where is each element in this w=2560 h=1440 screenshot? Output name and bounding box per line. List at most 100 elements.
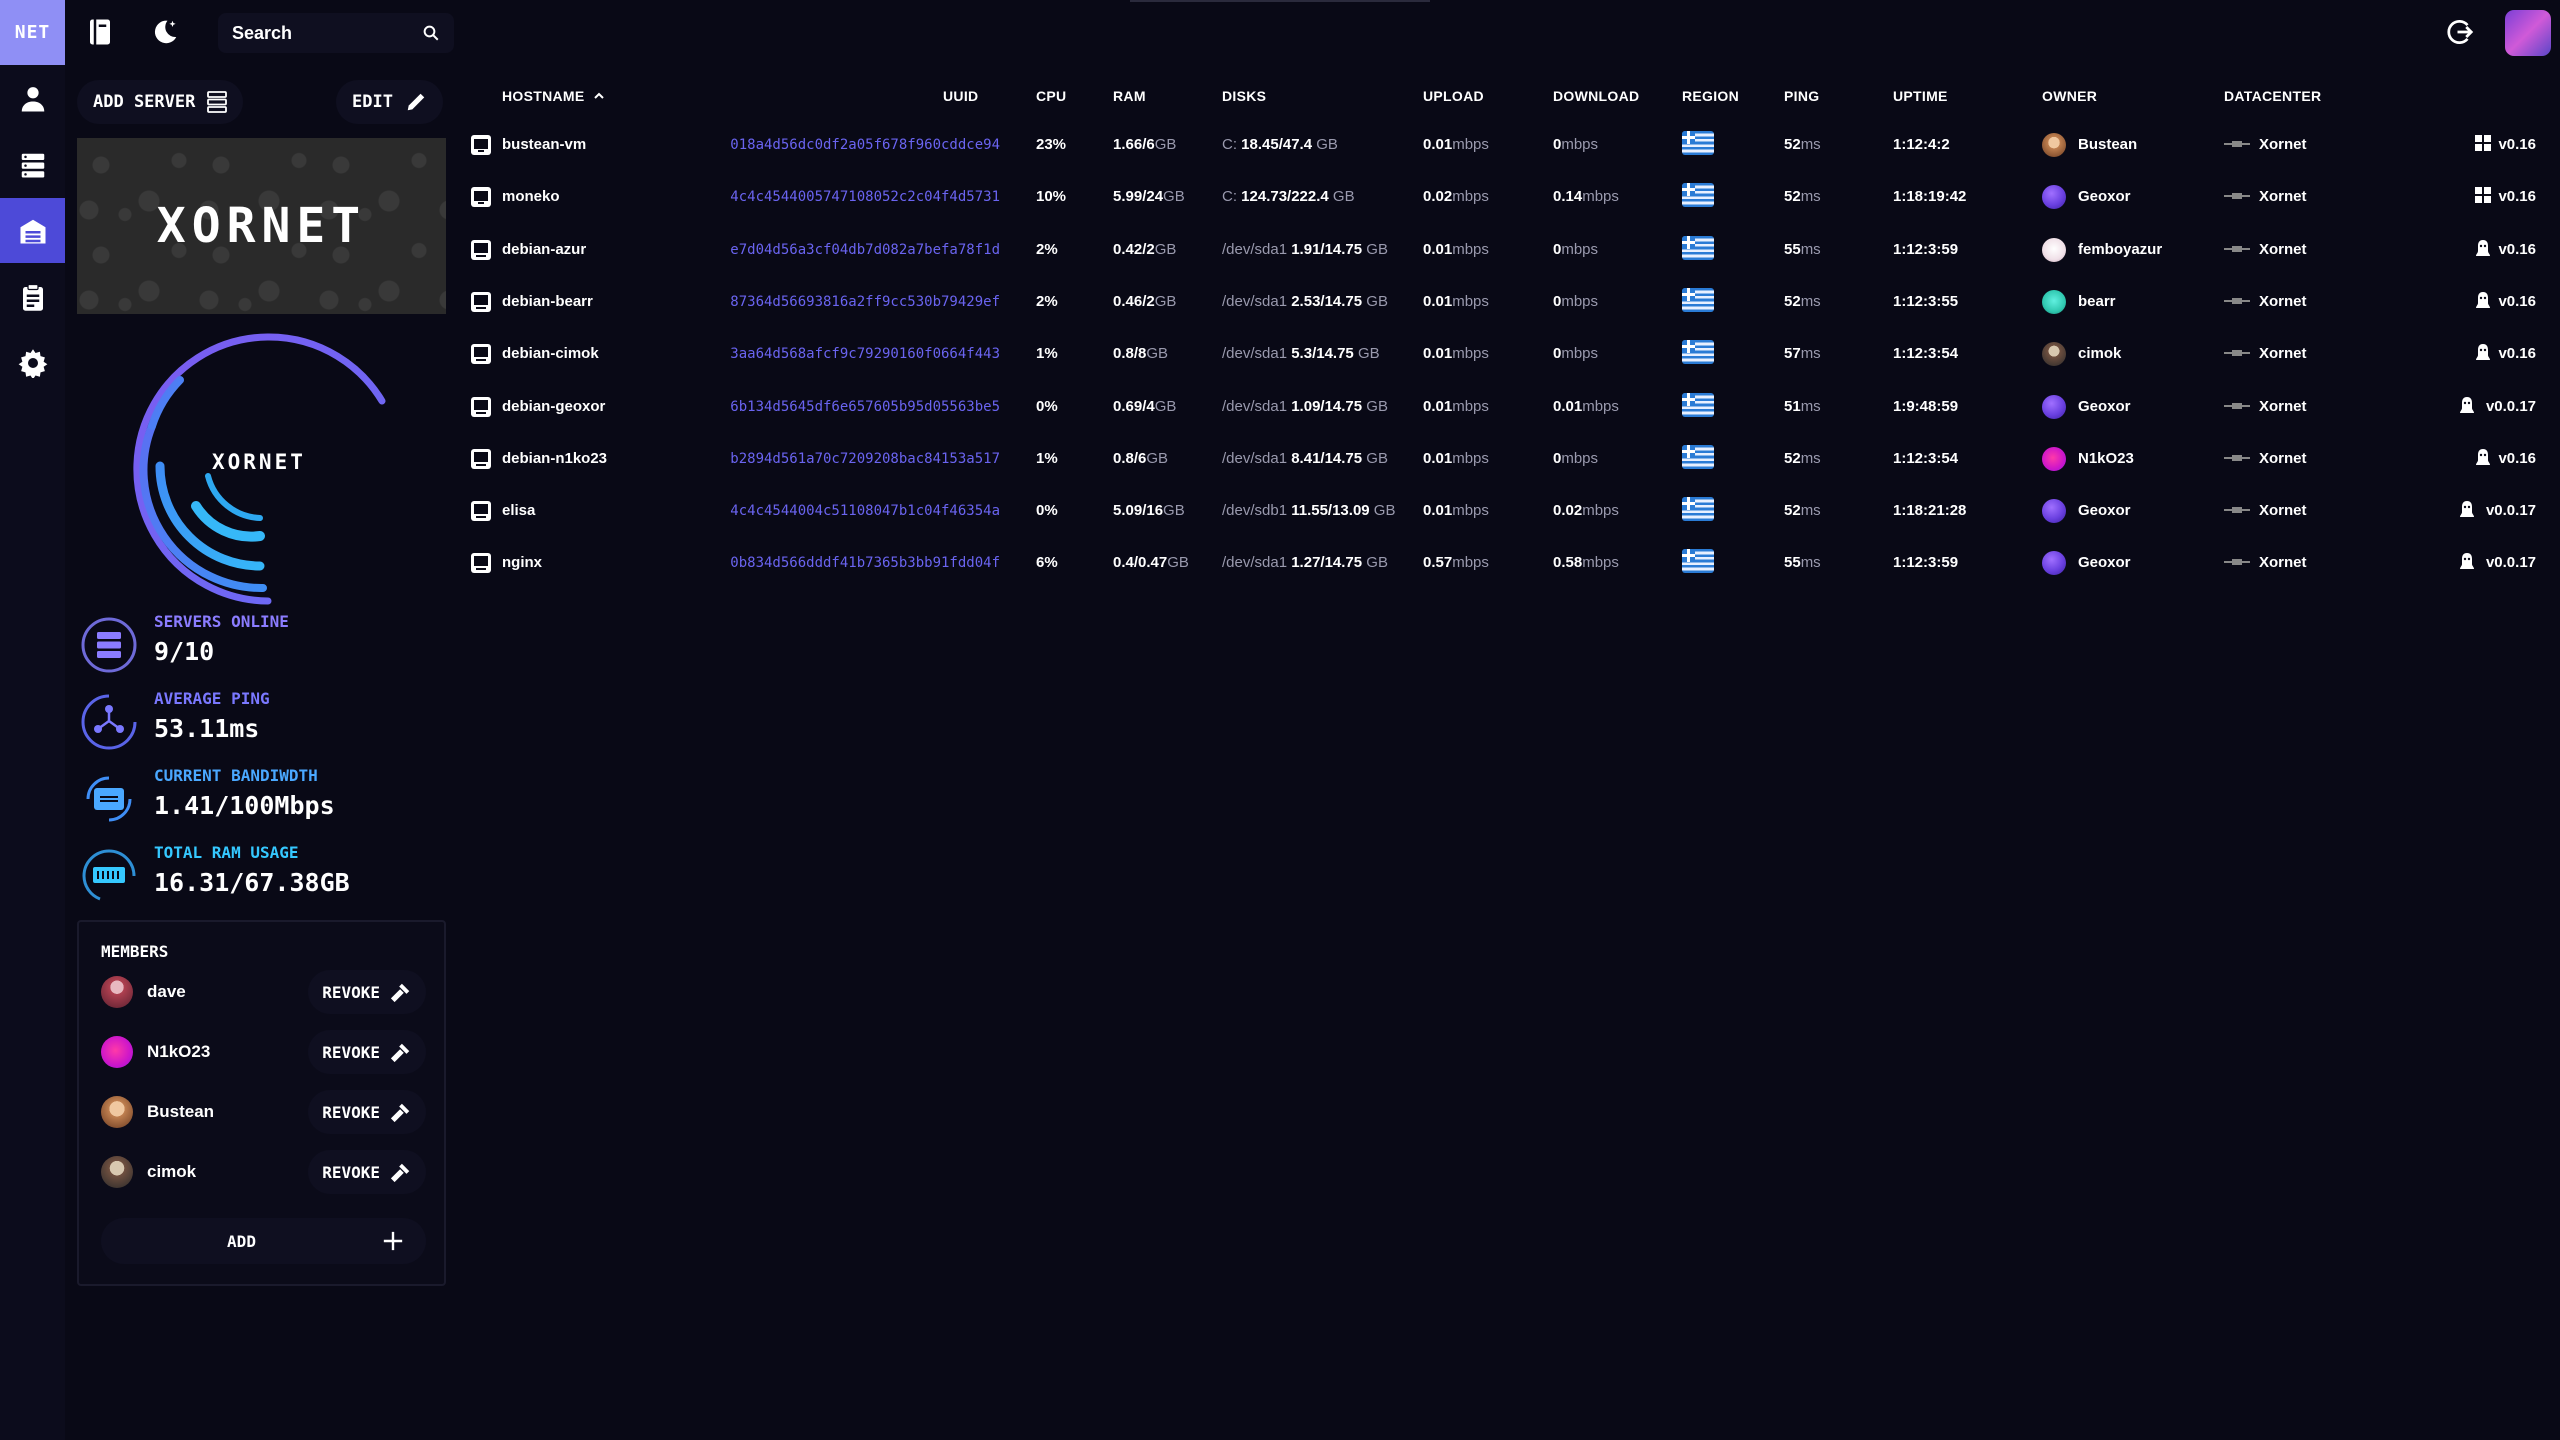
table-row[interactable]: elisa 4c4c4544004c51108047b1c04f46354a 0% 5… xyxy=(470,486,2550,538)
table-row[interactable]: moneko 4c4c4544005747108052c2c04f4d5731 10… xyxy=(470,172,2550,224)
uuid[interactable]: b2894d561a70c7209208bac84153a517 xyxy=(700,451,1000,467)
nav-logs[interactable] xyxy=(0,264,65,329)
theme-toggle-button[interactable] xyxy=(147,14,183,50)
upload-value: 0.01 xyxy=(1423,240,1453,258)
search-icon[interactable] xyxy=(422,24,440,42)
greece-flag-icon xyxy=(1682,235,1714,260)
disk-unit: GB xyxy=(1366,554,1388,572)
uuid[interactable]: e7d04d56a3cf04db7d082a7befa78f1d xyxy=(700,242,1000,258)
revoke-button[interactable]: REVOKE xyxy=(308,970,426,1014)
ping: 55ms xyxy=(1784,554,1821,571)
datacenter-logo-icon xyxy=(2224,451,2250,465)
upload-unit: mbps xyxy=(1452,292,1489,310)
search-bar[interactable] xyxy=(218,13,454,53)
nav-profile[interactable] xyxy=(0,66,65,131)
disk-name: /dev/sda1 xyxy=(1222,397,1288,415)
table-row[interactable]: debian-azur e7d04d56a3cf04db7d082a7befa78… xyxy=(470,225,2550,277)
header-region[interactable]: REGION xyxy=(1682,88,1739,104)
warehouse-icon xyxy=(20,219,45,243)
download-unit: mbps xyxy=(1561,240,1599,258)
uuid[interactable]: 4c4c4544004c51108047b1c04f46354a xyxy=(700,503,1000,519)
uuid[interactable]: 87364d56693816a2ff9cc530b79429ef xyxy=(700,294,1000,310)
add-member-button[interactable]: ADD xyxy=(101,1218,426,1264)
linux-icon xyxy=(2458,552,2476,570)
table-row[interactable]: debian-n1ko23 b2894d561a70c7209208bac8415… xyxy=(470,434,2550,486)
table-row[interactable]: debian-geoxor 6b134d5645df6e657605b95d055… xyxy=(470,382,2550,434)
ram-unit: GB xyxy=(1154,397,1177,415)
logout-button[interactable] xyxy=(2442,14,2478,50)
uuid[interactable]: 018a4d56dc0df2a05f678f960cddce94 xyxy=(700,137,1000,153)
edit-button[interactable]: EDIT xyxy=(336,80,443,124)
add-server-button[interactable]: ADD SERVER xyxy=(77,80,244,124)
header-datacenter[interactable]: DATACENTER xyxy=(2224,88,2321,104)
docs-button[interactable] xyxy=(82,14,118,50)
upload-unit: mbps xyxy=(1452,502,1489,520)
greece-flag-icon xyxy=(1682,549,1714,574)
ram-usage: 0.69/4GB xyxy=(1113,398,1176,415)
ram-usage: 0.8/6GB xyxy=(1113,450,1168,467)
avatar xyxy=(2042,185,2066,210)
owner-name[interactable]: cimok xyxy=(2078,345,2121,362)
owner-name[interactable]: Bustean xyxy=(2078,136,2137,153)
disk-usage: /dev/sdb1 11.55/13.09 GB xyxy=(1222,502,1395,519)
header-hostname[interactable]: HOSTNAME xyxy=(502,88,605,104)
header-owner[interactable]: OWNER xyxy=(2042,88,2097,104)
owner-name[interactable]: Geoxor xyxy=(2078,188,2131,205)
disk-usage: /dev/sda1 1.91/14.75 GB xyxy=(1222,241,1388,258)
header-uuid[interactable]: UUID xyxy=(943,88,978,104)
header-cpu[interactable]: CPU xyxy=(1036,88,1066,104)
download-value: 0.02 xyxy=(1553,502,1583,520)
table-row[interactable]: debian-cimok 3aa64d568afcf9c79290160f0664… xyxy=(470,329,2550,381)
uuid[interactable]: 4c4c4544005747108052c2c04f4d5731 xyxy=(700,189,1000,205)
avatar xyxy=(2042,499,2066,524)
uuid[interactable]: 6b134d5645df6e657605b95d05563be5 xyxy=(700,399,1000,415)
cpu-usage: 1% xyxy=(1036,449,1058,467)
nav-servers[interactable] xyxy=(0,132,65,197)
upload-unit: mbps xyxy=(1452,188,1489,206)
owner-name[interactable]: bearr xyxy=(2078,293,2116,310)
ram-unit: GB xyxy=(1163,502,1185,520)
ping: 52ms xyxy=(1784,188,1821,205)
app-logo[interactable]: NET xyxy=(0,0,65,65)
header-ram[interactable]: RAM xyxy=(1113,88,1146,104)
revoke-label: REVOKE xyxy=(322,1162,380,1182)
header-disks[interactable]: DISKS xyxy=(1222,88,1266,104)
clipboard-icon xyxy=(22,283,43,311)
cpu-usage: 10% xyxy=(1036,188,1067,206)
table-row[interactable]: nginx 0b834d566dddf41b7365b3bb91fdd04f 6% 0… xyxy=(470,538,2550,590)
header-upload[interactable]: UPLOAD xyxy=(1423,88,1484,104)
header-download[interactable]: DOWNLOAD xyxy=(1553,88,1639,104)
owner-name[interactable]: femboyazur xyxy=(2078,241,2162,258)
nav-settings[interactable] xyxy=(0,330,65,395)
revoke-button[interactable]: REVOKE xyxy=(308,1090,426,1134)
cpu-usage: 1% xyxy=(1036,345,1058,363)
revoke-button[interactable]: REVOKE xyxy=(308,1150,426,1194)
avatar xyxy=(2042,394,2066,419)
revoke-button[interactable]: REVOKE xyxy=(308,1030,426,1074)
table-row[interactable]: bustean-vm 018a4d56dc0df2a05f678f960cddce… xyxy=(470,120,2550,172)
owner-name[interactable]: N1kO23 xyxy=(2078,450,2134,467)
search-input[interactable] xyxy=(232,22,402,44)
user-avatar[interactable] xyxy=(2505,10,2551,56)
upload: 0.01mbps xyxy=(1423,293,1489,310)
header-ping[interactable]: PING xyxy=(1784,88,1819,104)
greece-flag-icon xyxy=(1682,392,1714,417)
linux-machine-icon xyxy=(470,448,492,470)
datacenter-logo-icon xyxy=(2224,346,2250,360)
uuid[interactable]: 0b834d566dddf41b7365b3bb91fdd04f xyxy=(700,555,1000,571)
hostname: debian-azur xyxy=(502,240,587,258)
header-uptime[interactable]: UPTIME xyxy=(1893,88,1948,104)
member-name: dave xyxy=(147,982,186,1001)
uuid[interactable]: 3aa64d568afcf9c79290160f0664f443 xyxy=(700,346,1000,362)
disk-used: 1.91/14.75 xyxy=(1287,240,1367,258)
owner-name[interactable]: Geoxor xyxy=(2078,398,2131,415)
nav-datacenters[interactable] xyxy=(0,198,65,263)
datacenter-logo-icon xyxy=(2224,294,2250,308)
avatar xyxy=(101,1096,133,1128)
owner-name[interactable]: Geoxor xyxy=(2078,502,2131,519)
table-row[interactable]: debian-bearr 87364d56693816a2ff9cc530b794… xyxy=(470,277,2550,329)
top-divider xyxy=(1130,0,1430,2)
disk-used: 2.53/14.75 xyxy=(1287,292,1367,310)
owner-name[interactable]: Geoxor xyxy=(2078,554,2131,571)
ping-unit: ms xyxy=(1800,136,1821,153)
